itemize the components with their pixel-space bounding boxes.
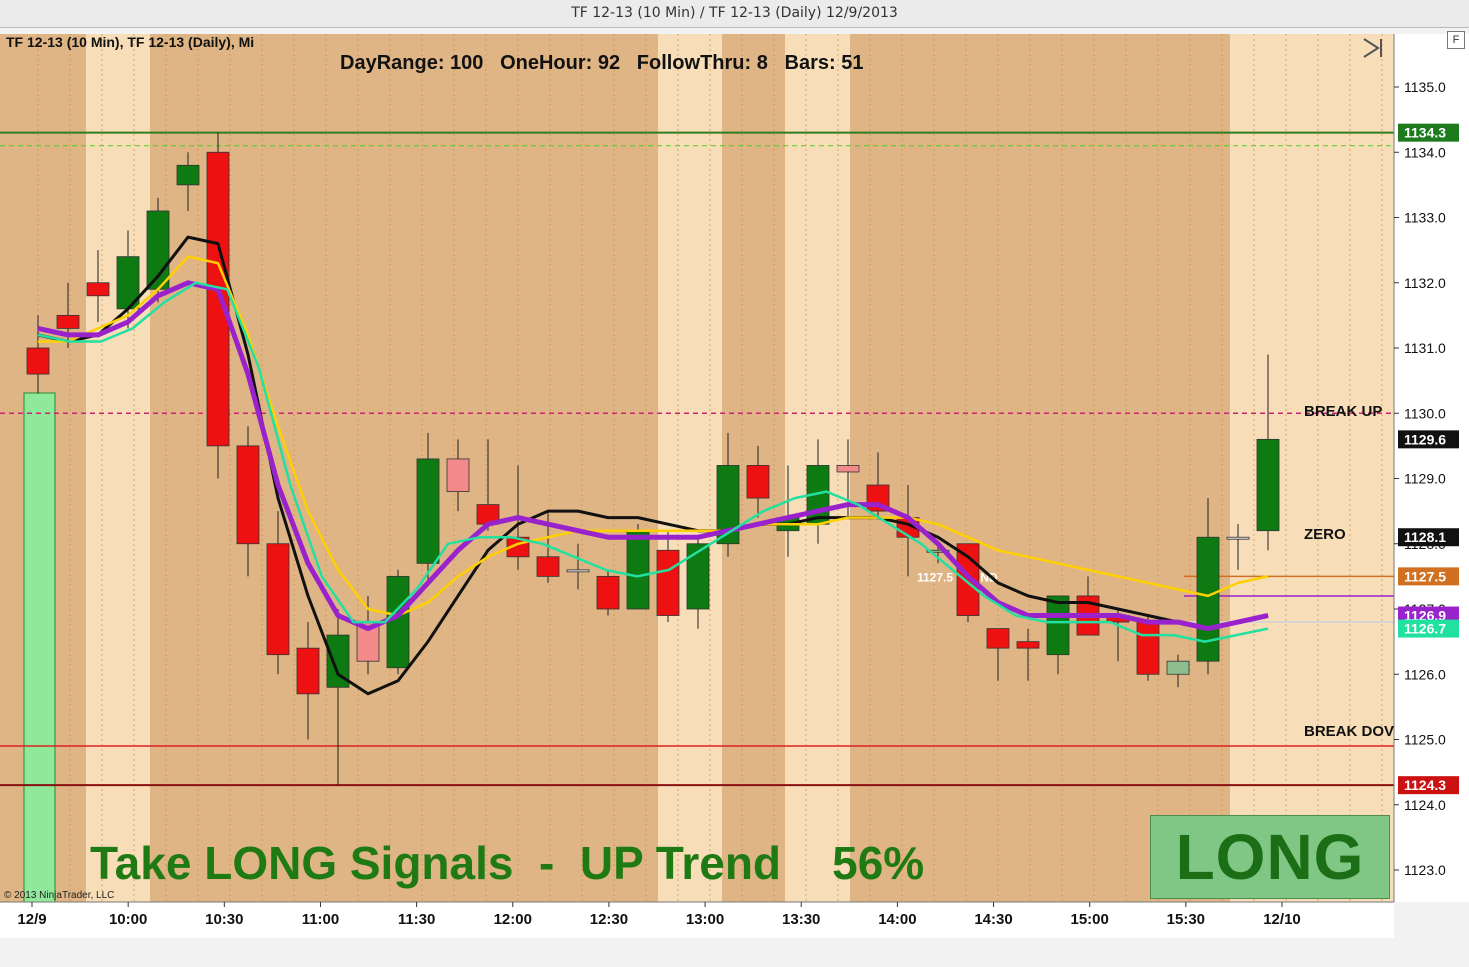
candle-body <box>26 347 50 375</box>
y-tick-label: 1124.0 <box>1404 797 1446 813</box>
price-marker-label: 1124.3 <box>1404 777 1446 793</box>
price-marker-label: 1126.7 <box>1404 621 1446 637</box>
long-signal-box: LONG <box>1150 815 1390 899</box>
y-tick-label: 1132.0 <box>1404 275 1446 291</box>
candle-body <box>1256 438 1280 532</box>
candle-body <box>266 543 290 656</box>
x-tick-label: 10:00 <box>109 911 147 928</box>
window-title-bar: TF 12-13 (10 Min) / TF 12-13 (Daily) 12/… <box>0 0 1469 28</box>
y-tick-label: 1133.0 <box>1404 210 1446 226</box>
x-tick-label: 12/9 <box>17 911 46 928</box>
candle-body <box>1196 536 1220 662</box>
candle-body <box>566 569 590 573</box>
chart-caption: TF 12-13 (10 Min), TF 12-13 (Daily), Mi <box>6 34 255 50</box>
candle-body <box>596 575 620 610</box>
candle-body <box>1016 641 1040 649</box>
y-tick-label: 1123.0 <box>1404 862 1446 878</box>
y-tick-label: 1131.0 <box>1404 340 1446 356</box>
candle-body <box>536 556 560 577</box>
candle-body <box>176 164 200 186</box>
y-tick-label: 1135.0 <box>1404 79 1446 95</box>
x-tick-label: 11:00 <box>302 911 340 928</box>
long-label: LONG <box>1175 821 1365 893</box>
y-tick-label: 1125.0 <box>1404 732 1446 748</box>
candle <box>596 569 620 616</box>
candle-body <box>296 647 320 695</box>
x-tick-label: 12:30 <box>590 911 628 928</box>
x-tick-label: 13:00 <box>686 911 724 928</box>
break-up-label: BREAK UP <box>1304 403 1383 420</box>
x-tick-label: 12:00 <box>494 911 532 928</box>
copyright-text: © 2013 NinjaTrader, LLC <box>4 890 115 901</box>
x-tick-label: 15:30 <box>1167 911 1205 928</box>
scroll-to-end-icon[interactable] <box>1360 36 1386 60</box>
x-tick-label: 12/10 <box>1263 911 1301 928</box>
candle-body <box>836 465 860 473</box>
x-tick-label: 13:30 <box>782 911 820 928</box>
signal-banner: Take LONG Signals - UP Trend 56% <box>90 837 925 889</box>
session-band <box>86 34 150 902</box>
x-tick-label: 11:30 <box>398 911 436 928</box>
price-marker-label: 1134.3 <box>1404 125 1446 141</box>
candle-body <box>56 314 80 329</box>
x-tick-label: 10:30 <box>205 911 243 928</box>
x-tick-label: 14:00 <box>878 911 916 928</box>
x-tick-label: 15:00 <box>1071 911 1109 928</box>
candle-body <box>1166 660 1190 675</box>
candle-body <box>686 543 710 610</box>
price-marker-label: 1129.6 <box>1404 431 1446 447</box>
candle-body <box>986 628 1010 649</box>
candle <box>1136 615 1160 681</box>
candle-body <box>386 575 410 669</box>
y-tick-label: 1134.0 <box>1404 144 1446 160</box>
candle-body <box>416 458 440 564</box>
candle-body <box>206 151 230 447</box>
break-down-label: BREAK DOV <box>1304 723 1395 740</box>
candle-body <box>626 530 650 610</box>
price-marker-label: 1127.5 <box>1404 568 1446 584</box>
zero-label: ZERO <box>1304 526 1346 543</box>
window-title: TF 12-13 (10 Min) / TF 12-13 (Daily) 12/… <box>571 5 898 21</box>
y-tick-label: 1129.0 <box>1404 471 1446 487</box>
candle-body <box>1136 621 1160 675</box>
candle-body <box>1226 536 1250 540</box>
price-axis-background <box>1394 34 1469 902</box>
y-tick-label: 1130.0 <box>1404 405 1446 421</box>
session-band <box>1230 34 1394 902</box>
x-tick-label: 14:30 <box>974 911 1012 928</box>
candle <box>386 569 410 675</box>
candle-body <box>656 549 680 616</box>
session-band <box>658 34 722 902</box>
candle-body <box>1046 595 1070 656</box>
candle-body <box>86 282 110 297</box>
f-button[interactable]: F <box>1447 31 1465 49</box>
candle-body <box>446 458 470 492</box>
session-open-bar <box>23 392 56 903</box>
price-marker-label: 1128.1 <box>1404 529 1446 545</box>
candle-body <box>236 445 260 545</box>
y-tick-label: 1126.0 <box>1404 666 1446 682</box>
candle-body <box>746 465 770 499</box>
stats-readout: DayRange: 100 OneHour: 92 FollowThru: 8 … <box>340 52 864 74</box>
